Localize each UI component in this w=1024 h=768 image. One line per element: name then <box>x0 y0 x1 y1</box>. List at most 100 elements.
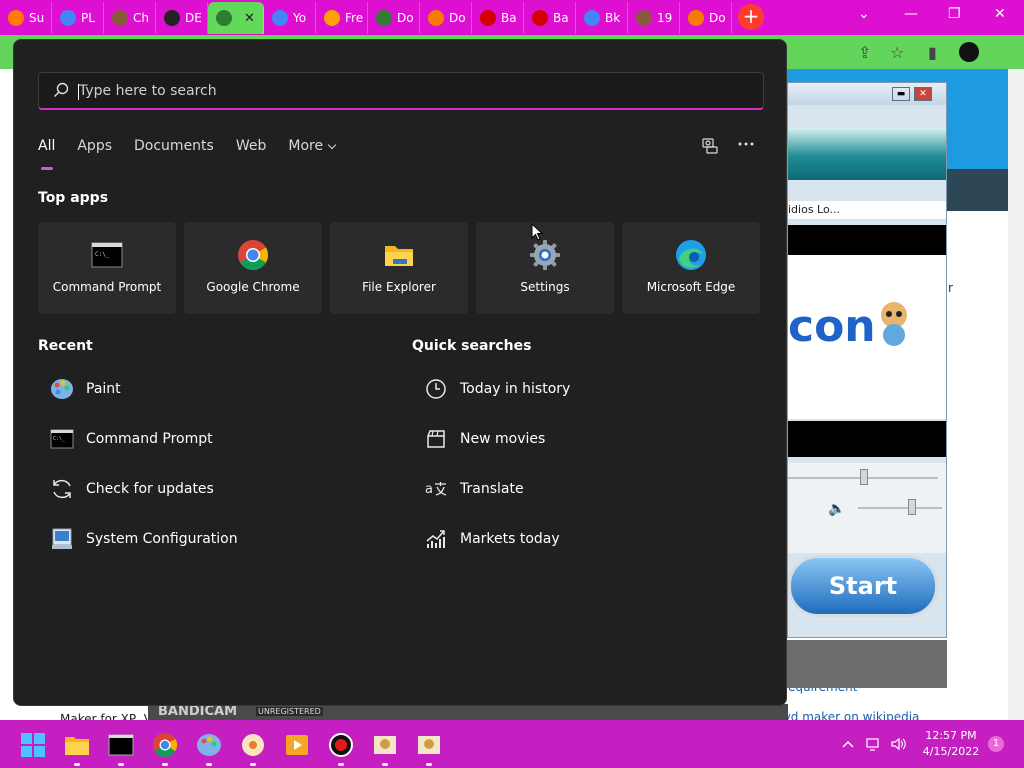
seek-slider-handle[interactable] <box>860 469 868 485</box>
command-prompt-taskbar-icon[interactable] <box>108 732 134 758</box>
bandicam-minimize-icon[interactable]: ▬ <box>892 87 910 101</box>
bandicam-close-icon[interactable]: ✕ <box>914 87 932 101</box>
refresh-icon <box>53 479 71 499</box>
tab-documents[interactable]: Documents <box>134 136 214 160</box>
browser-tab[interactable]: ✕ <box>208 2 264 34</box>
tab-favicon-icon <box>584 10 600 26</box>
browser-tab[interactable]: Do <box>420 2 472 34</box>
app-tile-file-explorer[interactable]: File Explorer <box>330 222 468 314</box>
volume-icon[interactable] <box>890 736 906 752</box>
recent-item-label: System Configuration <box>86 531 238 547</box>
browser-tab[interactable]: Do <box>680 2 732 34</box>
browser-tab[interactable]: Do <box>368 2 420 34</box>
share-icon[interactable]: ⇪ <box>858 43 871 62</box>
quick-search-new-movies[interactable]: New movies <box>412 419 764 459</box>
quick-search-today-in-history[interactable]: Today in history <box>412 369 764 409</box>
recent-item-command-prompt[interactable]: C:\_ Command Prompt <box>38 419 398 459</box>
clock-icon <box>426 379 446 399</box>
minimize-icon[interactable]: — <box>904 6 918 22</box>
tab-more[interactable]: More <box>288 136 337 160</box>
clock[interactable]: 12:57 PM 4/15/2022 <box>916 728 986 760</box>
app-label: Google Chrome <box>206 280 300 294</box>
app-tile-settings[interactable]: Settings <box>476 222 614 314</box>
app-label: Settings <box>520 280 570 294</box>
tab-favicon-icon <box>532 10 548 26</box>
page-scrollbar[interactable] <box>1008 69 1024 720</box>
browser-tab[interactable]: Fre <box>316 2 368 34</box>
browser-tab[interactable]: Ch <box>104 2 156 34</box>
speaker-icon[interactable]: 🔈 <box>828 501 845 517</box>
quick-search-markets-today[interactable]: Markets today <box>412 519 764 559</box>
close-tab-icon[interactable]: ✕ <box>244 11 255 26</box>
command-prompt-icon: C:\_ <box>91 242 123 268</box>
bandicam-taskbar-icon[interactable] <box>328 732 354 758</box>
tab-favicon-icon <box>428 10 444 26</box>
more-options-icon[interactable] <box>736 136 756 156</box>
running-indicator <box>118 763 124 766</box>
browser-tab[interactable]: Ba <box>524 2 576 34</box>
tab-favicon-icon <box>324 10 340 26</box>
paint-taskbar-icon[interactable] <box>196 732 222 758</box>
bookmark-star-icon[interactable]: ☆ <box>890 43 904 62</box>
installer-taskbar-icon-2[interactable] <box>416 732 442 758</box>
recent-item-paint[interactable]: Paint <box>38 369 398 409</box>
quick-search-label: Today in history <box>460 381 571 397</box>
top-apps-list: C:\_ Command Prompt Google Chrome File E… <box>38 222 764 314</box>
browser-tab[interactable]: Ba <box>472 2 524 34</box>
tab-favicon-icon <box>8 10 24 26</box>
close-window-icon[interactable]: ✕ <box>994 6 1006 22</box>
bandicam-start-button[interactable]: Start <box>788 555 938 617</box>
filter-tabs: All Apps Documents Web More <box>38 136 357 170</box>
chrome-taskbar-icon[interactable] <box>152 732 178 758</box>
account-switch-icon[interactable] <box>700 136 720 156</box>
browser-tab[interactable]: PL <box>52 2 104 34</box>
tab-all[interactable]: All <box>38 136 55 170</box>
svg-text:C:\_: C:\_ <box>53 436 66 442</box>
app-tile-microsoft-edge[interactable]: Microsoft Edge <box>622 222 760 314</box>
installer-taskbar-icon[interactable] <box>372 732 398 758</box>
bandicam-banner <box>788 128 946 180</box>
mascot-icon <box>881 302 907 346</box>
bandicam-strip-text: idios Lo... <box>788 201 946 219</box>
bandicam-preview-top <box>788 225 946 255</box>
tab-web[interactable]: Web <box>236 136 267 160</box>
recent-item-system-configuration[interactable]: System Configuration <box>38 519 398 559</box>
tab-search-icon[interactable]: ⌄ <box>858 6 870 22</box>
media-player-taskbar-icon[interactable] <box>284 732 310 758</box>
recent-item-label: Paint <box>86 381 121 397</box>
network-icon[interactable] <box>866 736 882 752</box>
search-box[interactable] <box>38 72 764 110</box>
new-tab-button[interactable]: + <box>738 4 764 30</box>
browser-tab[interactable]: Bk <box>576 2 628 34</box>
bandicam-window: ▬ ✕ idios Lo... con 🔈 Start <box>787 82 947 638</box>
app-tile-google-chrome[interactable]: Google Chrome <box>184 222 322 314</box>
browser-tab[interactable]: 19 <box>628 2 680 34</box>
top-apps-title: Top apps <box>38 190 109 206</box>
windows-start-icon[interactable] <box>20 732 46 758</box>
browser-tab[interactable]: Su <box>0 2 52 34</box>
maximize-icon[interactable]: ❐ <box>948 6 961 22</box>
tab-apps[interactable]: Apps <box>77 136 112 160</box>
dvd-maker-taskbar-icon[interactable] <box>240 732 266 758</box>
chevron-up-icon[interactable] <box>840 736 856 752</box>
recent-item-check-for-updates[interactable]: Check for updates <box>38 469 398 509</box>
volume-slider-handle[interactable] <box>908 499 916 515</box>
sidepanel-icon[interactable]: ▮ <box>928 43 937 62</box>
search-input[interactable] <box>79 79 739 103</box>
running-indicator <box>338 763 344 766</box>
folder-icon <box>385 246 413 266</box>
tab-favicon-icon <box>376 10 392 26</box>
app-tile-command-prompt[interactable]: C:\_ Command Prompt <box>38 222 176 314</box>
quick-search-translate[interactable]: a Translate <box>412 469 764 509</box>
tab-favicon-icon <box>60 10 76 26</box>
mouse-cursor-icon <box>531 223 543 241</box>
app-label: File Explorer <box>362 280 436 294</box>
file-explorer-taskbar-icon[interactable] <box>64 732 90 758</box>
chevron-down-icon <box>327 140 337 150</box>
quick-searches-title: Quick searches <box>412 338 532 354</box>
notification-badge[interactable]: 1 <box>988 736 1004 752</box>
browser-tab[interactable]: DE <box>156 2 208 34</box>
browser-tab[interactable]: Yo <box>264 2 316 34</box>
system-config-icon <box>52 528 72 549</box>
profile-avatar[interactable] <box>959 42 979 62</box>
